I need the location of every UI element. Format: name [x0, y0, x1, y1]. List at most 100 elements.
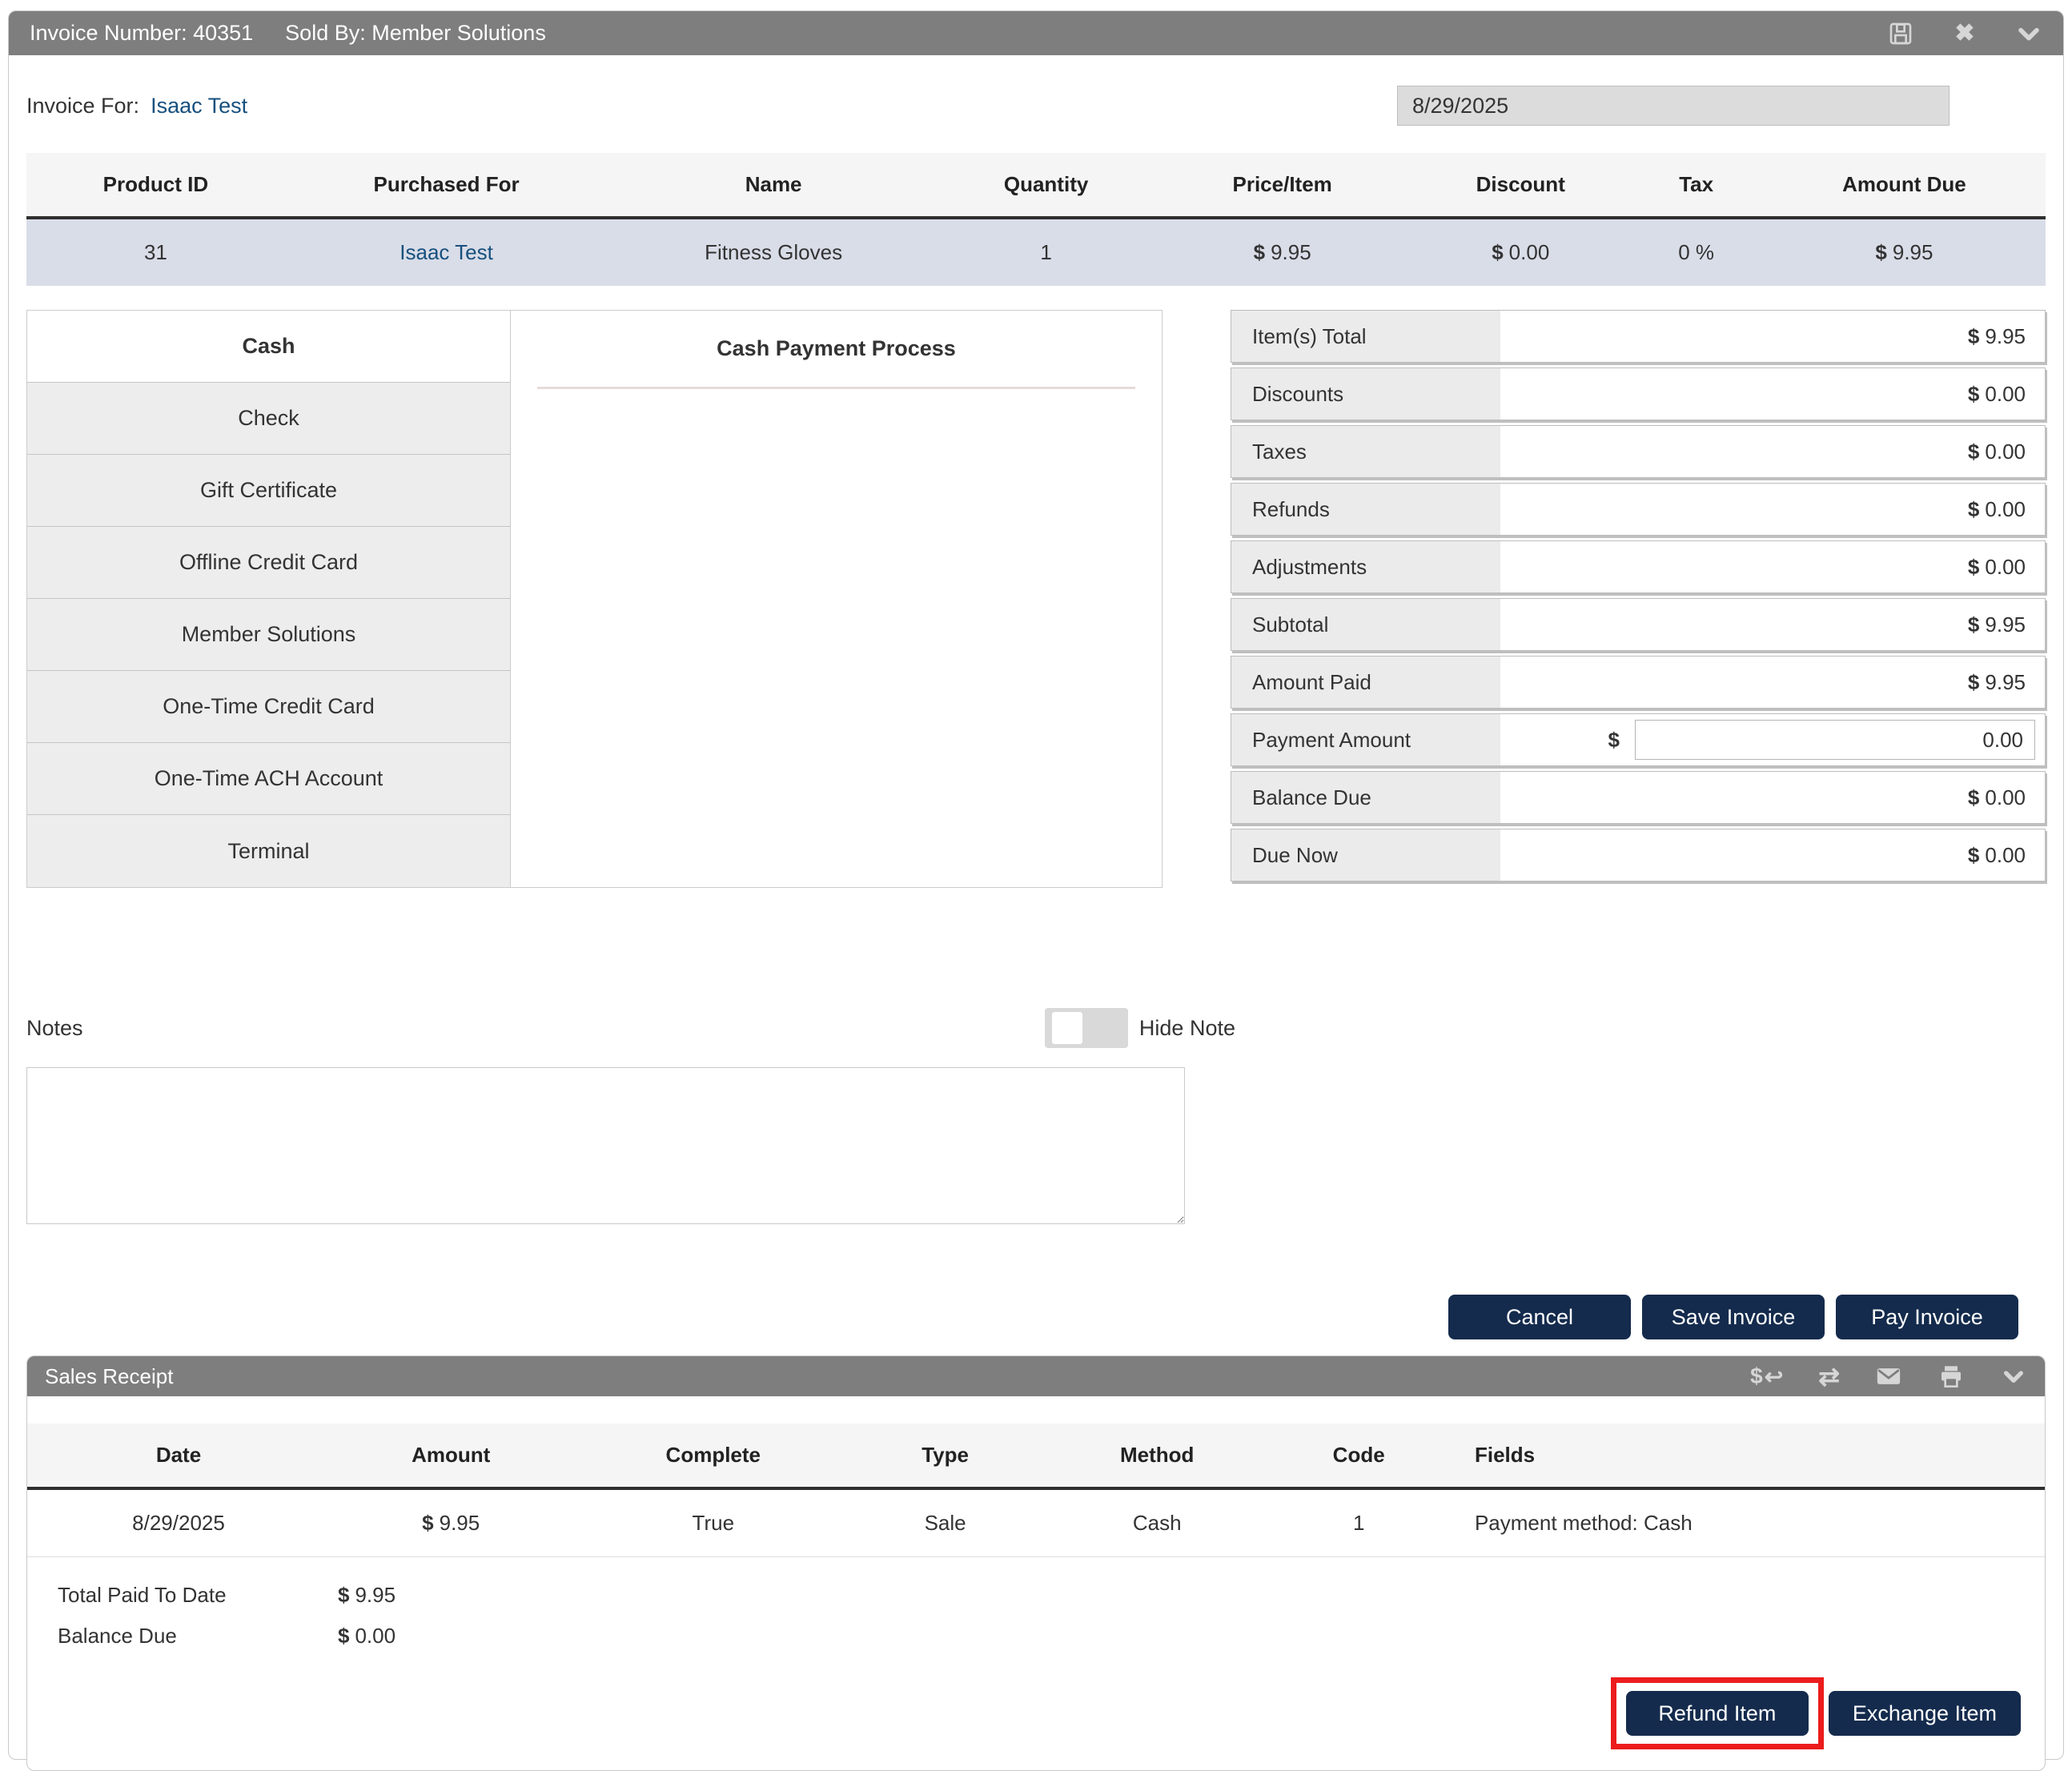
receipt-type-cell: Sale: [854, 1488, 1036, 1557]
sales-receipt-title-bar: Sales Receipt $↩ ⇄: [27, 1356, 2045, 1396]
member-name-link[interactable]: Isaac Test: [151, 94, 247, 118]
purchased-for-link[interactable]: Isaac Test: [400, 240, 493, 264]
receipt-header-row: Date Amount Complete Type Method Code Fi…: [27, 1424, 2045, 1488]
product-id-cell: 31: [26, 218, 285, 286]
receipt-amount-cell: $9.95: [330, 1488, 572, 1557]
save-invoice-button[interactable]: Save Invoice: [1642, 1295, 1825, 1339]
col-price-item: Price/Item: [1153, 153, 1411, 218]
save-icon[interactable]: [1887, 20, 1914, 47]
sales-receipt-card: Sales Receipt $↩ ⇄: [26, 1355, 2046, 1771]
invoice-date-input[interactable]: [1397, 86, 1950, 126]
toggle-knob: [1052, 1012, 1082, 1044]
invoice-for-row: Invoice For: Isaac Test: [26, 86, 2046, 126]
cancel-button[interactable]: Cancel: [1448, 1295, 1631, 1339]
dollar-sign: $: [1968, 670, 1979, 695]
total-row-amount-paid: Amount Paid $9.95: [1231, 656, 2046, 709]
dollar-sign: $: [1608, 728, 1620, 753]
product-row[interactable]: 31 Isaac Test Fitness Gloves 1 $9.95 $0.…: [26, 218, 2046, 286]
invoice-for-label: Invoice For:: [26, 94, 139, 118]
notes-textarea[interactable]: [26, 1067, 1185, 1224]
product-name-cell: Fitness Gloves: [608, 218, 939, 286]
col-complete: Complete: [572, 1424, 854, 1488]
receipt-date-cell: 8/29/2025: [27, 1488, 330, 1557]
email-icon[interactable]: [1875, 1363, 1902, 1390]
total-paid-to-date-row: Total Paid To Date $9.95: [58, 1583, 2045, 1608]
dollar-sign: $: [1492, 240, 1503, 264]
receipt-method-cell: Cash: [1036, 1488, 1278, 1557]
refund-item-highlight: Refund Item: [1611, 1677, 1824, 1749]
dollar-sign: $: [1254, 240, 1265, 264]
total-row-adjustments: Adjustments $0.00: [1231, 540, 2046, 593]
dollar-sign: $: [1968, 785, 1979, 810]
col-discount: Discount: [1411, 153, 1629, 218]
dollar-sign: $: [338, 1583, 349, 1607]
col-quantity: Quantity: [939, 153, 1153, 218]
payment-method-member-solutions[interactable]: Member Solutions: [27, 599, 510, 671]
col-name: Name: [608, 153, 939, 218]
balance-due-row: Balance Due $0.00: [58, 1624, 2045, 1649]
payment-method-cash[interactable]: Cash: [27, 311, 510, 383]
payment-method-gift-certificate[interactable]: Gift Certificate: [27, 455, 510, 527]
receipt-row[interactable]: 8/29/2025 $9.95 True Sale Cash 1 Payment…: [27, 1488, 2045, 1557]
invoice-title-bar: Invoice Number: 40351 Sold By: Member So…: [9, 11, 2063, 55]
payment-process-title: Cash Payment Process: [511, 311, 1162, 361]
payment-method-list: Cash Check Gift Certificate Offline Cred…: [26, 310, 510, 888]
purchased-for-cell: Isaac Test: [285, 218, 608, 286]
dollar-sign: $: [1968, 612, 1979, 637]
total-row-taxes: Taxes $0.00: [1231, 425, 2046, 478]
dollar-sign: $: [422, 1511, 433, 1535]
product-table-header-row: Product ID Purchased For Name Quantity P…: [26, 153, 2046, 218]
receipt-complete-cell: True: [572, 1488, 854, 1557]
collapse-chevron-icon[interactable]: [2000, 1363, 2027, 1390]
col-code: Code: [1278, 1424, 1440, 1488]
col-purchased-for: Purchased For: [285, 153, 608, 218]
divider: [537, 387, 1136, 389]
refund-item-button[interactable]: Refund Item: [1626, 1691, 1809, 1736]
payment-method-check[interactable]: Check: [27, 383, 510, 455]
col-method: Method: [1036, 1424, 1278, 1488]
hide-note-label: Hide Note: [1139, 1016, 1235, 1041]
col-product-id: Product ID: [26, 153, 285, 218]
refund-payment-icon[interactable]: $↩: [1750, 1363, 1783, 1390]
collapse-chevron-icon[interactable]: [2015, 20, 2042, 47]
product-table: Product ID Purchased For Name Quantity P…: [26, 153, 2046, 286]
close-icon[interactable]: ✖: [1951, 20, 1978, 47]
dollar-sign: $: [1968, 497, 1979, 522]
payment-method-offline-credit-card[interactable]: Offline Credit Card: [27, 527, 510, 599]
totals-panel: Item(s) Total $9.95 Discounts $0.00 Taxe…: [1231, 310, 2046, 886]
receipt-summary: Total Paid To Date $9.95 Balance Due $0.…: [27, 1557, 2045, 1649]
dollar-sign: $: [338, 1624, 349, 1648]
payment-method-one-time-ach-account[interactable]: One-Time ACH Account: [27, 743, 510, 815]
sales-receipt-table: Date Amount Complete Type Method Code Fi…: [27, 1424, 2045, 1557]
total-row-balance-due: Balance Due $0.00: [1231, 771, 2046, 824]
payment-amount-input[interactable]: [1635, 720, 2035, 760]
sales-receipt-title: Sales Receipt: [45, 1364, 173, 1389]
dollar-sign: $: [1968, 324, 1979, 349]
pay-invoice-button[interactable]: Pay Invoice: [1836, 1295, 2018, 1339]
exchange-icon[interactable]: ⇄: [1818, 1363, 1840, 1389]
invoice-number-label: Invoice Number: 40351: [30, 21, 253, 46]
notes-label: Notes: [26, 1016, 83, 1041]
col-amount: Amount: [330, 1424, 572, 1488]
col-type: Type: [854, 1424, 1036, 1488]
hide-note-toggle[interactable]: [1045, 1008, 1128, 1048]
payment-method-terminal[interactable]: Terminal: [27, 815, 510, 887]
col-fields: Fields: [1440, 1424, 2045, 1488]
col-amount-due: Amount Due: [1763, 153, 2046, 218]
total-row-due-now: Due Now $0.00: [1231, 829, 2046, 881]
sold-by-label: Sold By: Member Solutions: [285, 21, 546, 46]
dollar-sign: $: [1968, 440, 1979, 464]
total-row-refunds: Refunds $0.00: [1231, 483, 2046, 536]
print-icon[interactable]: [1937, 1363, 1965, 1390]
total-row-discounts: Discounts $0.00: [1231, 367, 2046, 420]
dollar-sign: $: [1968, 382, 1979, 407]
tax-cell: 0 %: [1629, 218, 1762, 286]
total-row-items-total: Item(s) Total $9.95: [1231, 310, 2046, 363]
payment-method-one-time-credit-card[interactable]: One-Time Credit Card: [27, 671, 510, 743]
exchange-item-button[interactable]: Exchange Item: [1829, 1691, 2021, 1736]
receipt-fields-cell: Payment method: Cash: [1440, 1488, 2045, 1557]
amount-due-cell: $9.95: [1763, 218, 2046, 286]
cash-payment-process-panel: Cash Payment Process: [510, 310, 1162, 888]
col-tax: Tax: [1629, 153, 1762, 218]
price-item-cell: $9.95: [1153, 218, 1411, 286]
